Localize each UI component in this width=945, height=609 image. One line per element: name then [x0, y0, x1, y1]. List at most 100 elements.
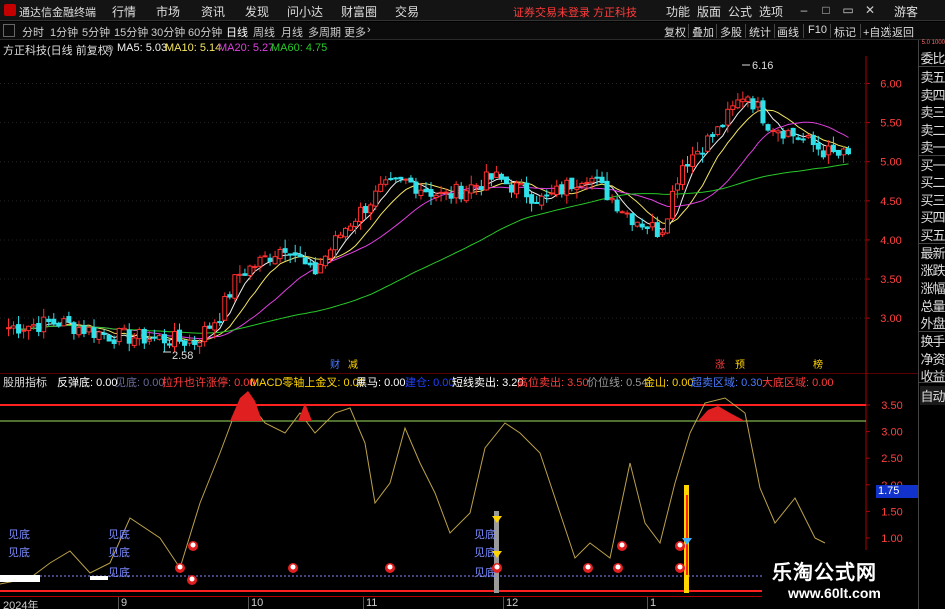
menu-layout[interactable]: 版面	[697, 3, 721, 20]
sidebar-item[interactable]: 涨跌	[920, 260, 945, 279]
candle-body	[589, 177, 595, 183]
sidebar-item[interactable]: 换手	[920, 331, 945, 350]
candle-body	[730, 105, 736, 110]
period-60min[interactable]: 60分钟	[188, 24, 222, 40]
candle-body	[413, 181, 419, 194]
settings-gear-icon[interactable]: ⊗	[105, 42, 114, 55]
login-notice[interactable]: 证券交易未登录 方正科技	[513, 4, 637, 20]
xaxis-label: 12	[506, 597, 519, 609]
candle-body	[156, 335, 162, 340]
period-15min[interactable]: 15分钟	[114, 24, 148, 40]
layout-toggle-icon[interactable]	[3, 24, 15, 37]
period-timeshare[interactable]: 分时	[22, 24, 44, 40]
menu-market[interactable]: 市场	[156, 3, 180, 20]
sidebar-item[interactable]: 卖三	[920, 102, 945, 121]
ma5-label: MA5: 5.03	[117, 42, 168, 54]
sidebar-item[interactable]: 买五	[920, 225, 945, 244]
menu-formula[interactable]: 公式	[728, 3, 752, 20]
sidebar-item[interactable]: 外盘	[920, 313, 945, 332]
candle-body	[594, 176, 600, 179]
candle-body	[227, 294, 233, 298]
period-toolbar: 分时 1分钟 5分钟 15分钟 30分钟 60分钟 日线 周线 月线 多周期 更…	[0, 22, 945, 40]
sidebar-separator	[919, 331, 945, 332]
period-multi[interactable]: 多周期	[308, 24, 341, 40]
candle-body	[780, 131, 786, 139]
candle-body	[805, 134, 811, 138]
sidebar-item[interactable]: 涨幅	[920, 278, 945, 297]
candle-body	[302, 257, 308, 265]
candle-body	[815, 142, 821, 150]
indicator-axis-label: 1.00	[881, 533, 902, 545]
candle-body	[212, 322, 218, 331]
menu-wealth-circle[interactable]: 财富圈	[341, 3, 377, 20]
candle-body	[549, 192, 555, 195]
candle-body	[830, 144, 836, 153]
multi-stock-button[interactable]: 多股	[720, 24, 742, 40]
draw-line-button[interactable]: 画线	[777, 24, 799, 40]
menu-options[interactable]: 选项	[759, 3, 783, 20]
overlay-button[interactable]: 叠加	[692, 24, 714, 40]
marker-icon-dot	[189, 576, 195, 582]
more-chevron-icon[interactable]: ›	[367, 24, 371, 36]
candlestick-chart[interactable]: 6.005.505.004.504.003.503.00 财减涨预榜 6.16 …	[0, 56, 918, 373]
bottom-signal-label: 见底	[474, 545, 496, 559]
candle-body	[202, 326, 208, 343]
period-monthly[interactable]: 月线	[281, 24, 303, 40]
back-button[interactable]: 返回	[892, 24, 914, 40]
app-name: 通达信金融终端	[19, 7, 96, 19]
menu-discover[interactable]: 发现	[245, 3, 269, 20]
period-1min[interactable]: 1分钟	[50, 24, 78, 40]
marker-icon-dot	[677, 542, 683, 548]
sidebar-item[interactable]: 卖五	[920, 67, 945, 86]
close-icon[interactable]: ✕	[862, 2, 878, 18]
guest-user[interactable]: 游客	[894, 3, 918, 20]
candle-body	[685, 164, 691, 167]
adjust-button[interactable]: 复权	[664, 24, 686, 40]
period-more[interactable]: 更多	[344, 24, 366, 40]
period-30min[interactable]: 30分钟	[151, 24, 185, 40]
candle-body	[785, 130, 791, 137]
candle-body	[348, 225, 354, 231]
candle-body	[358, 206, 364, 223]
xaxis-tick	[503, 597, 504, 609]
candle-body	[317, 264, 323, 274]
sidebar-item[interactable]: 买二	[920, 172, 945, 191]
restore-icon[interactable]: ▭	[840, 2, 856, 18]
candle-body	[327, 249, 333, 259]
candle-body	[800, 138, 806, 141]
statistics-button[interactable]: 统计	[749, 24, 771, 40]
candle-body	[669, 190, 675, 219]
bottom-block	[90, 576, 108, 580]
add-favorite-button[interactable]: +自选	[863, 24, 891, 40]
candle-body	[428, 189, 434, 197]
sidebar-item[interactable]: 委比	[920, 48, 945, 67]
minimize-icon[interactable]: –	[796, 2, 812, 18]
maximize-icon[interactable]: □	[818, 2, 834, 18]
candle-body	[91, 327, 97, 338]
menu-ask-xiaoda[interactable]: 问小达	[287, 3, 323, 20]
menu-quotes[interactable]: 行情	[112, 3, 136, 20]
candle-body	[654, 222, 660, 238]
candle-body	[624, 212, 630, 215]
candle-body	[182, 340, 188, 346]
menu-function[interactable]: 功能	[666, 3, 690, 20]
candle-body	[267, 257, 273, 262]
sidebar-item[interactable]: 卖一	[920, 137, 945, 156]
period-5min[interactable]: 5分钟	[82, 24, 110, 40]
candle-body	[136, 328, 142, 340]
f10-button[interactable]: F10	[808, 24, 827, 36]
mark-button[interactable]: 标记	[834, 24, 856, 40]
sidebar-item[interactable]: 买四	[920, 207, 945, 226]
period-weekly[interactable]: 周线	[253, 24, 275, 40]
price-label: 6.00	[880, 79, 901, 91]
price-label: 4.00	[880, 235, 901, 247]
xaxis-tick	[118, 597, 119, 609]
candle-body	[287, 253, 293, 256]
candle-body	[383, 179, 389, 185]
period-daily[interactable]: 日线	[226, 24, 248, 40]
menu-news[interactable]: 资讯	[201, 3, 225, 20]
menu-trade[interactable]: 交易	[395, 3, 419, 20]
candle-body	[166, 343, 172, 346]
sidebar-item[interactable]: 自动	[920, 386, 945, 405]
candle-body	[720, 124, 726, 128]
